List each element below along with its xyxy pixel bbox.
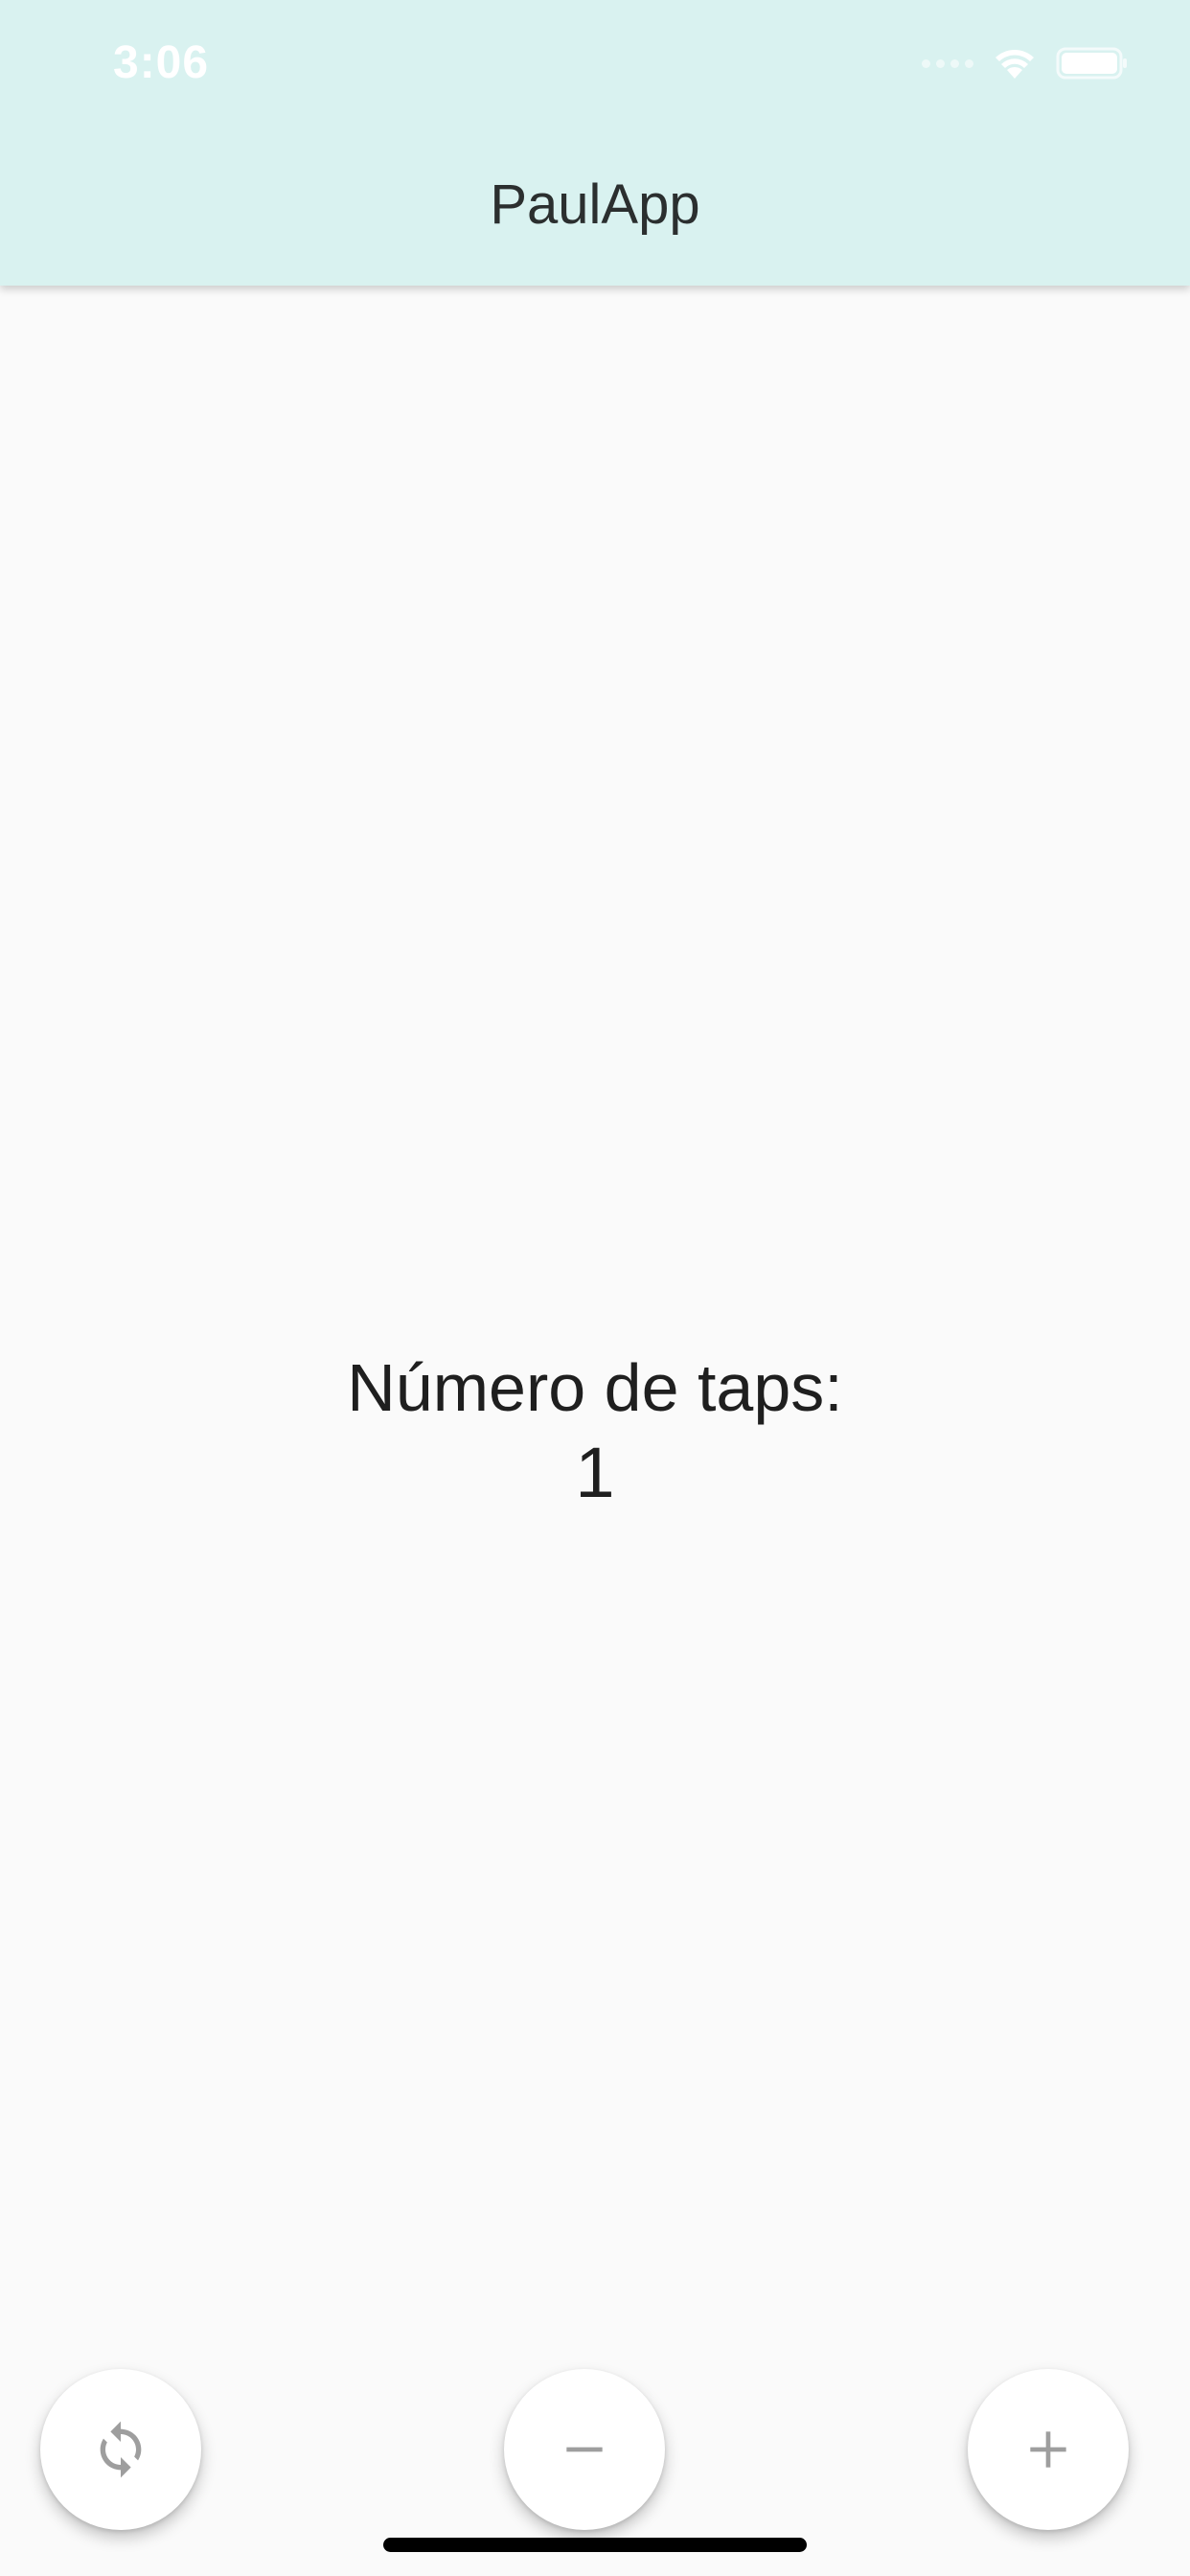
counter-display: Número de taps: 1 <box>0 1346 1190 1517</box>
counter-value: 1 <box>575 1433 615 1512</box>
counter-label: Número de taps: <box>347 1350 843 1425</box>
wifi-icon <box>995 50 1034 79</box>
minus-icon <box>566 2447 603 2452</box>
battery-icon <box>1056 47 1127 80</box>
app-screen: 3:06 PaulApp Número de taps: 1 <box>0 0 1190 2576</box>
status-icons <box>922 44 1129 82</box>
signal-icon <box>922 58 973 68</box>
app-bar: 3:06 PaulApp <box>0 0 1190 286</box>
plus-icon <box>1030 2431 1066 2468</box>
home-indicator[interactable] <box>383 2538 807 2552</box>
decrement-button[interactable] <box>504 2369 665 2530</box>
refresh-icon <box>100 2421 142 2478</box>
status-time: 3:06 <box>113 37 210 88</box>
increment-button[interactable] <box>968 2369 1129 2530</box>
reset-button[interactable] <box>40 2369 201 2530</box>
page-title: PaulApp <box>490 173 700 236</box>
